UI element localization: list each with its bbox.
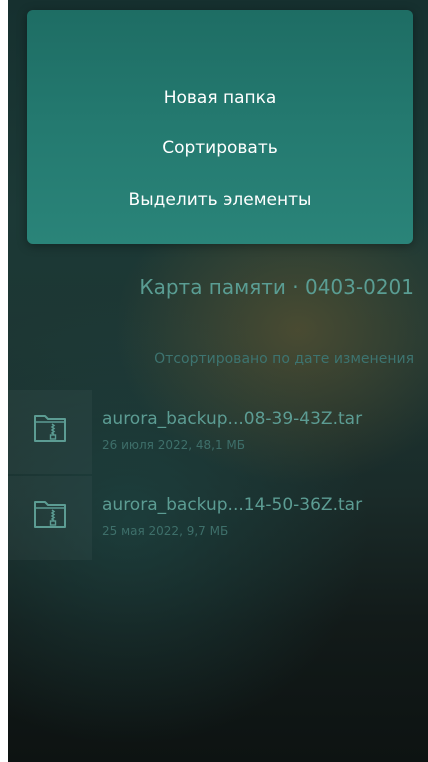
menu-item-new-folder[interactable]: Новая папка (27, 86, 413, 110)
menu-item-sort[interactable]: Сортировать (27, 136, 413, 160)
menu-item-select-items[interactable]: Выделить элементы (27, 188, 413, 212)
archive-file-icon (34, 415, 66, 442)
file-icon-container (8, 476, 92, 560)
file-meta: 25 мая 2022, 9,7 МБ (102, 524, 229, 538)
file-icon-container (8, 390, 92, 474)
section-header: Отсортировано по дате изменения (154, 351, 414, 367)
file-manager-screen: Новая папка Сортировать Выделить элемент… (8, 0, 428, 762)
file-list-item[interactable]: aurora_backup...08-39-43Z.tar 26 июля 20… (8, 390, 428, 474)
page-header: Карта памяти · 0403-0201 (139, 275, 414, 299)
file-name: aurora_backup...14-50-36Z.tar (102, 495, 363, 515)
file-list-item[interactable]: aurora_backup...14-50-36Z.tar 25 мая 202… (8, 476, 428, 560)
file-meta: 26 июля 2022, 48,1 МБ (102, 438, 245, 452)
pulldown-menu: Новая папка Сортировать Выделить элемент… (27, 10, 413, 244)
file-name: aurora_backup...08-39-43Z.tar (102, 409, 363, 429)
archive-file-icon (34, 501, 66, 528)
